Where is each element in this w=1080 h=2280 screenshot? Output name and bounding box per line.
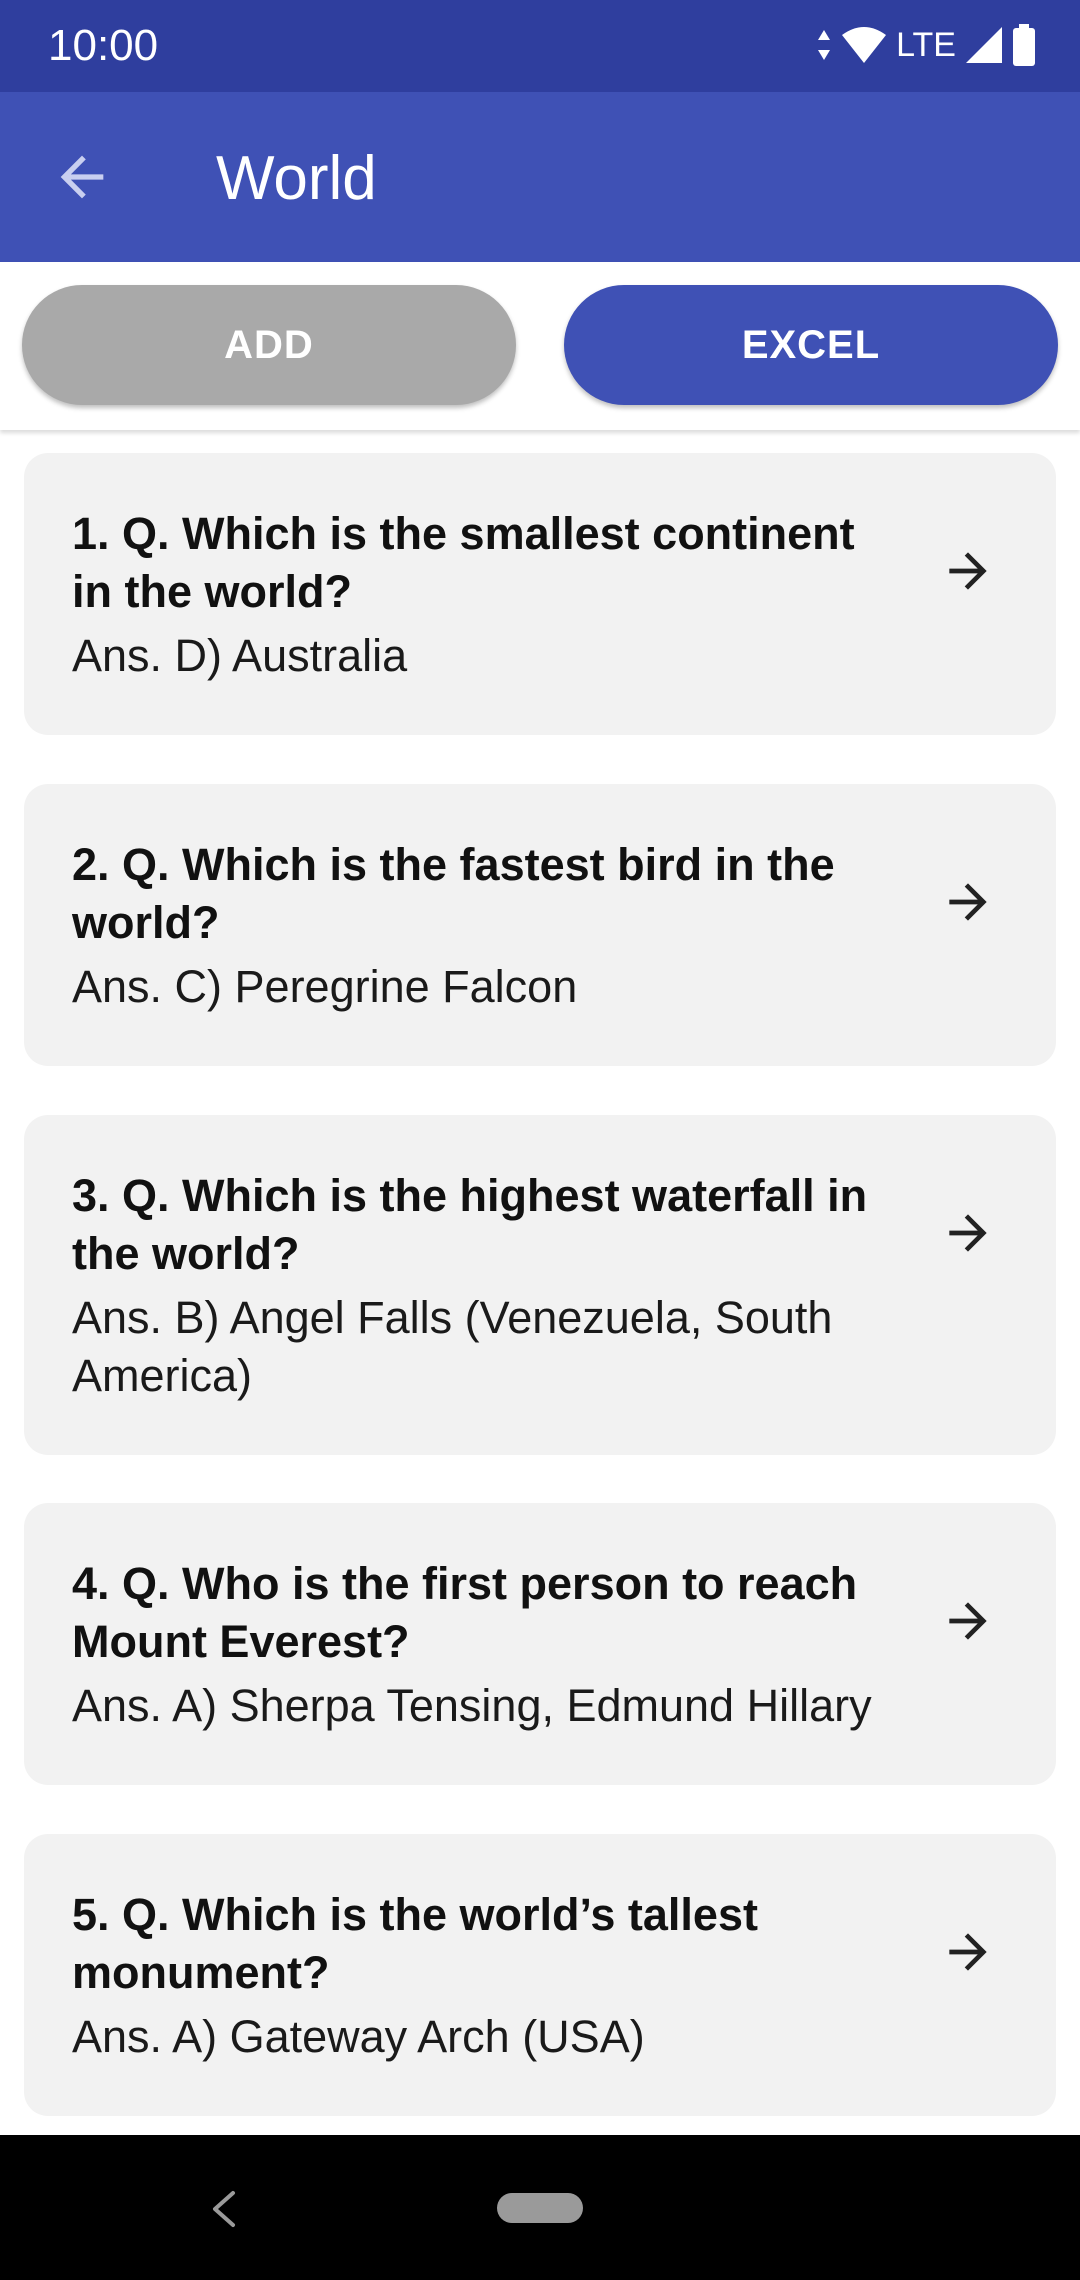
system-navigation-bar (0, 2135, 1080, 2280)
status-icons: LTE (816, 20, 1036, 70)
arrow-left-icon[interactable] (50, 145, 114, 209)
nav-home-pill[interactable] (497, 2193, 583, 2223)
cell-signal-icon (966, 27, 1002, 63)
arrow-right-icon[interactable] (940, 1924, 996, 1980)
answer-text: Ans. A) Gateway Arch (USA) (72, 2011, 645, 2062)
answer-text: Ans. C) Peregrine Falcon (72, 961, 578, 1012)
wifi-icon (842, 27, 887, 63)
question-text: 3. Q. Which is the highest waterfall in … (72, 1170, 868, 1279)
arrow-right-icon[interactable] (940, 874, 996, 930)
answer-text: Ans. A) Sherpa Tensing, Edmund Hillary (72, 1680, 872, 1731)
answer-text: Ans. D) Australia (72, 630, 408, 681)
arrow-right-icon[interactable] (940, 543, 996, 599)
question-card[interactable]: 5. Q. Which is the world’s tallest monum… (24, 1834, 1056, 2116)
question-text: 2. Q. Which is the fastest bird in the w… (72, 839, 835, 948)
excel-button[interactable]: EXCEL (564, 285, 1058, 405)
arrow-right-icon[interactable] (940, 1593, 996, 1649)
status-time: 10:00 (48, 21, 159, 70)
nav-back-icon[interactable] (205, 2187, 241, 2231)
question-card[interactable]: 3. Q. Which is the highest waterfall in … (24, 1115, 1056, 1455)
battery-icon (1013, 24, 1035, 66)
network-type-label: LTE (896, 25, 956, 64)
question-list[interactable]: 1. Q. Which is the smallest continent in… (0, 440, 1080, 2135)
answer-text: Ans. B) Angel Falls (Venezuela, South Am… (72, 1292, 833, 1401)
question-card[interactable]: 2. Q. Which is the fastest bird in the w… (24, 784, 1056, 1066)
add-button[interactable]: ADD (22, 285, 516, 405)
question-card[interactable]: 1. Q. Which is the smallest continent in… (24, 453, 1056, 735)
data-activity-icon (818, 30, 831, 60)
app-bar: World (0, 92, 1080, 262)
action-button-row: ADD EXCEL (0, 262, 1080, 430)
question-text: 5. Q. Which is the world’s tallest monum… (72, 1889, 758, 1998)
question-card[interactable]: 4. Q. Who is the first person to reach M… (24, 1503, 1056, 1785)
arrow-right-icon[interactable] (940, 1205, 996, 1261)
question-text: 4. Q. Who is the first person to reach M… (72, 1558, 858, 1667)
question-text: 1. Q. Which is the smallest continent in… (72, 508, 855, 617)
page-title: World (216, 144, 377, 213)
status-bar: 10:00 LTE (0, 0, 1080, 92)
